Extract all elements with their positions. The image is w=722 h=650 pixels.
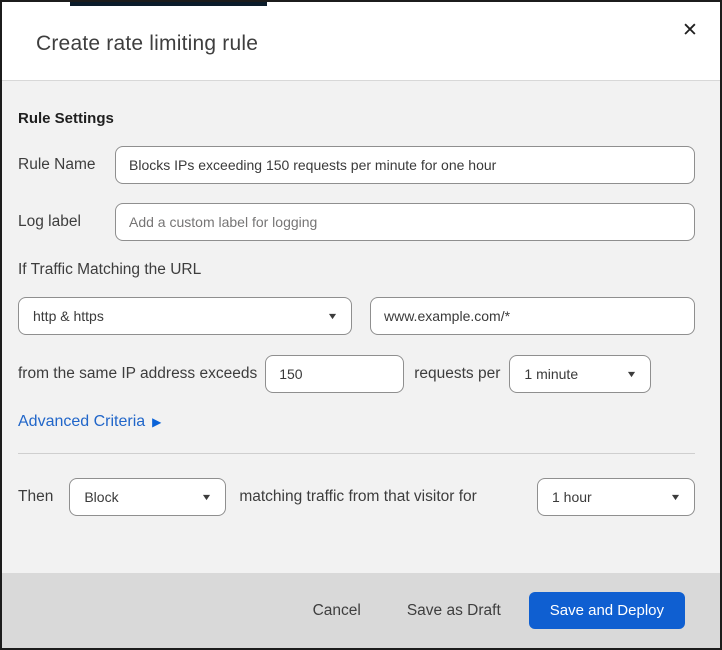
cancel-button[interactable]: Cancel <box>313 602 361 620</box>
scheme-select-value: http & https <box>33 308 104 324</box>
duration-select-value: 1 hour <box>552 489 592 505</box>
log-label-input[interactable] <box>115 203 695 241</box>
scheme-select[interactable]: http & https ▼ <box>18 297 352 335</box>
dialog-body: Rule Settings Rule Name Log label If Tra… <box>2 110 720 516</box>
chevron-down-icon: ▼ <box>669 492 682 502</box>
chevron-down-icon: ▼ <box>326 311 339 321</box>
dialog-header: Create rate limiting rule ✕ <box>2 2 720 81</box>
background-page-edge <box>70 2 267 6</box>
threshold-row: from the same IP address exceeds request… <box>18 355 695 393</box>
chevron-down-icon: ▼ <box>625 369 638 379</box>
rule-name-label: Rule Name <box>18 156 96 173</box>
action-select-value: Block <box>84 489 119 505</box>
create-rate-limiting-rule-dialog: Create rate limiting rule ✕ Rule Setting… <box>0 0 722 650</box>
save-and-deploy-button[interactable]: Save and Deploy <box>528 592 685 629</box>
url-match-row: http & https ▼ <box>18 297 695 335</box>
threshold-prefix-text: from the same IP address exceeds <box>18 365 258 382</box>
close-button[interactable]: ✕ <box>676 16 704 44</box>
duration-select[interactable]: 1 hour ▼ <box>537 478 695 516</box>
rule-settings-heading: Rule Settings <box>18 110 114 127</box>
then-label: Then <box>18 488 54 505</box>
period-select-value: 1 minute <box>524 366 579 382</box>
rule-name-row: Rule Name <box>18 146 695 184</box>
action-middle-text: matching traffic from that visitor for <box>239 488 477 505</box>
page-title: Create rate limiting rule <box>36 32 259 55</box>
log-label-row: Log label <box>18 203 695 241</box>
period-select[interactable]: 1 minute ▼ <box>509 355 652 393</box>
request-count-input[interactable] <box>265 355 405 393</box>
log-label-label: Log label <box>18 213 81 230</box>
rule-name-input[interactable] <box>115 146 695 184</box>
url-pattern-input[interactable] <box>370 297 695 335</box>
action-row: Then Block ▼ matching traffic from that … <box>18 478 695 516</box>
expand-right-icon: ▶ <box>152 415 162 429</box>
requests-per-text: requests per <box>414 365 501 382</box>
save-as-draft-button[interactable]: Save as Draft <box>407 602 501 620</box>
close-icon: ✕ <box>682 19 698 41</box>
traffic-match-heading: If Traffic Matching the URL <box>18 261 202 278</box>
action-select[interactable]: Block ▼ <box>69 478 227 516</box>
advanced-criteria-label: Advanced Criteria <box>18 413 146 430</box>
advanced-criteria-link[interactable]: Advanced Criteria ▶ <box>18 413 161 431</box>
section-divider <box>18 453 695 454</box>
chevron-down-icon: ▼ <box>200 492 213 502</box>
dialog-footer: Cancel Save as Draft Save and Deploy <box>2 573 720 648</box>
